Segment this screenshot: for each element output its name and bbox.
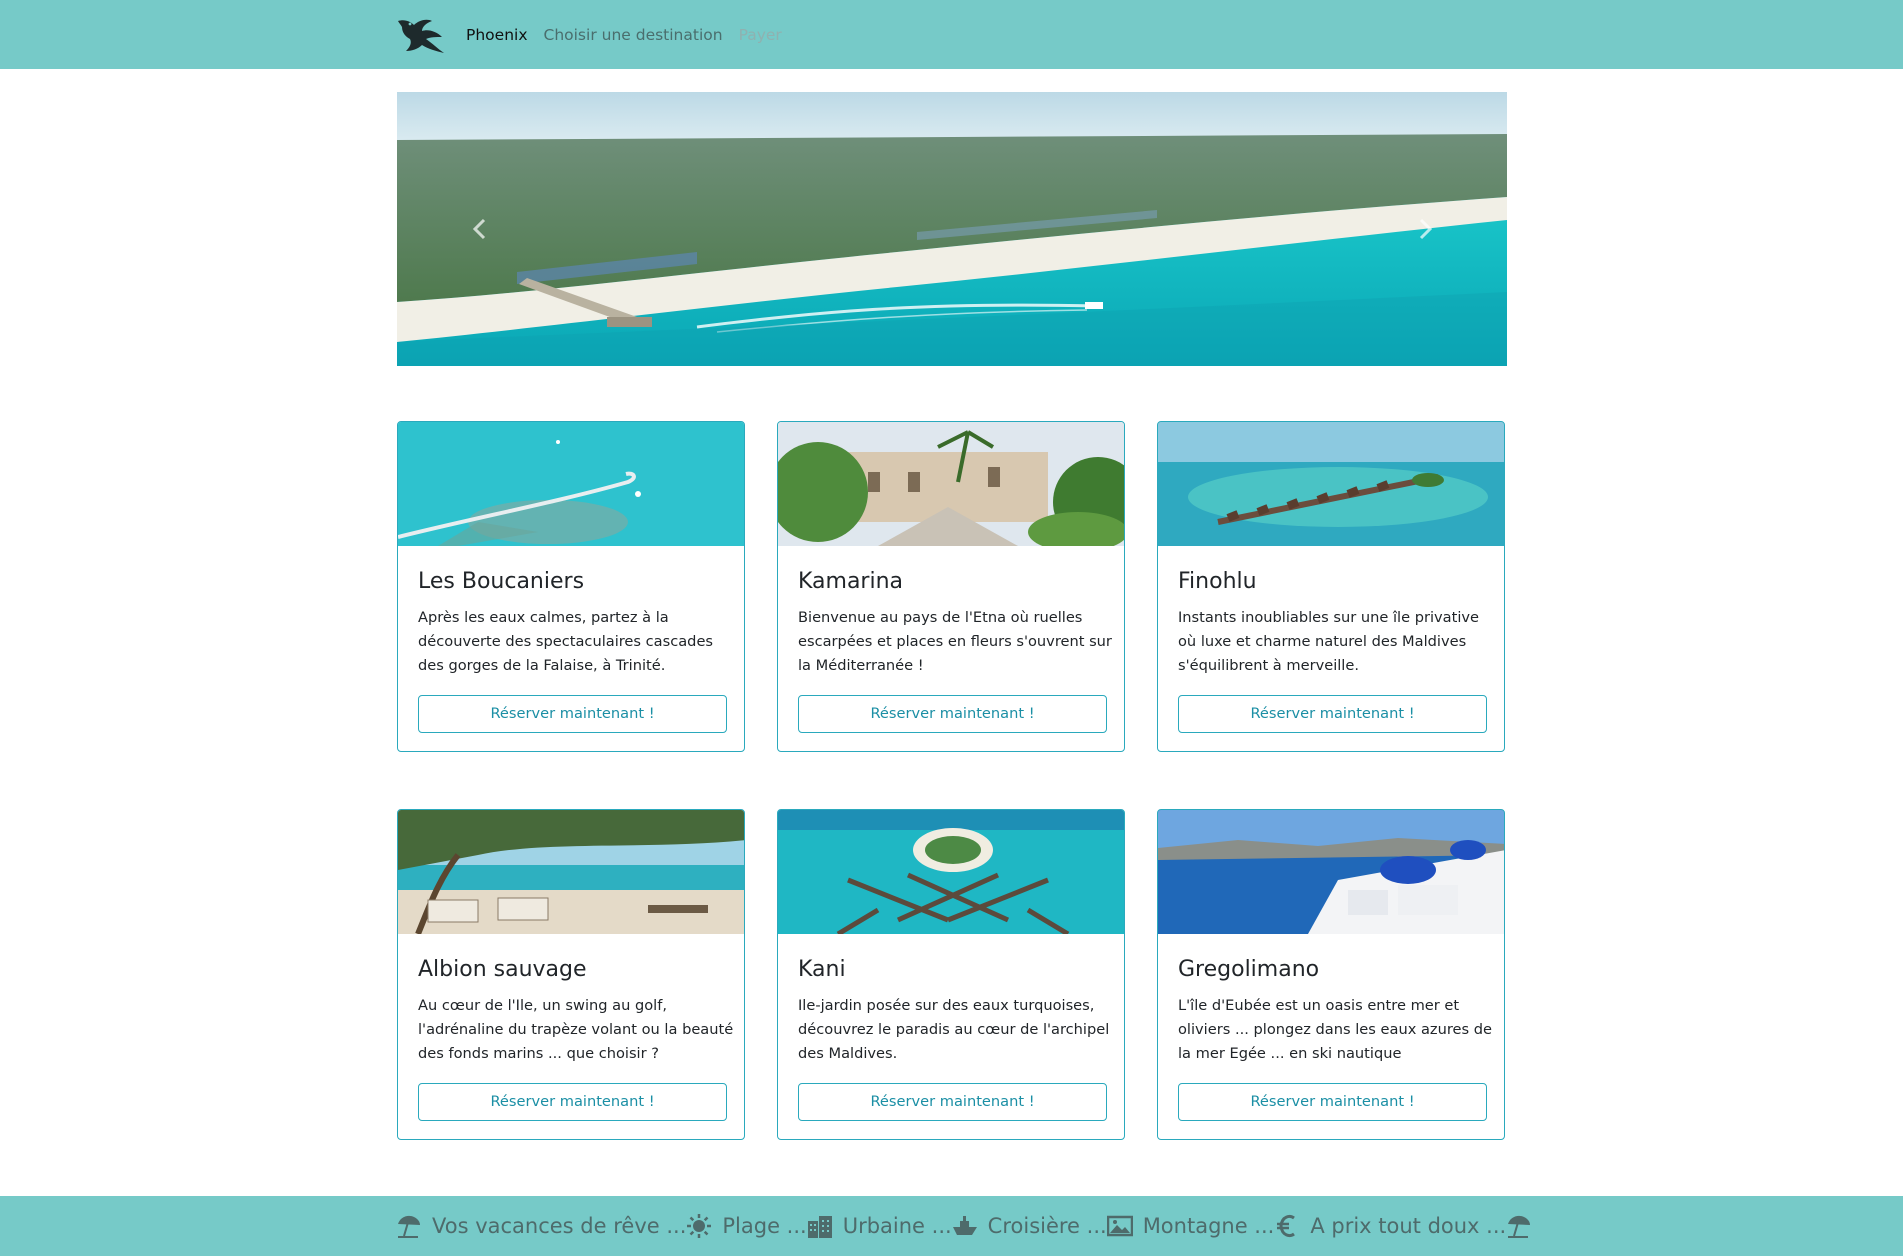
footer-item-prix[interactable]: A prix tout doux ... — [1274, 1213, 1506, 1239]
destination-card: Les Boucaniers Après les eaux calmes, pa… — [397, 421, 745, 752]
footer-item-label: A prix tout doux ... — [1310, 1214, 1507, 1238]
reserve-button[interactable]: Réserver maintenant ! — [418, 695, 727, 733]
destination-card: Albion sauvage Au cœur de l'Ile, un swin… — [397, 809, 745, 1140]
top-navbar: Phoenix Choisir une destination Payer — [0, 0, 1903, 69]
card-text: Bienvenue au pays de l'Etna où ruelles e… — [798, 609, 1112, 674]
picture-icon — [1106, 1215, 1133, 1237]
card-image — [1158, 810, 1504, 934]
card-text: Après les eaux calmes, partez à la décou… — [418, 609, 714, 674]
card-image — [398, 422, 744, 546]
beach-umbrella-icon — [1508, 1215, 1531, 1238]
phoenix-logo-icon[interactable] — [396, 15, 446, 55]
footer-end-umbrella — [1506, 1213, 1532, 1239]
card-image — [1158, 422, 1504, 546]
card-title: Kani — [798, 957, 846, 982]
euro-icon — [1277, 1215, 1296, 1237]
footer-item-montagne[interactable]: Montagne ... — [1106, 1213, 1275, 1239]
nav-link-payer: Payer — [738, 25, 782, 44]
reserve-button[interactable]: Réserver maintenant ! — [418, 1083, 727, 1121]
nav-link-phoenix[interactable]: Phoenix — [466, 26, 528, 44]
destination-card: Kani Ile-jardin posée sur des eaux turqu… — [777, 809, 1125, 1140]
reserve-button[interactable]: Réserver maintenant ! — [798, 1083, 1107, 1121]
footer-item-label: Croisière ... — [987, 1214, 1107, 1238]
footer-item-label: Plage ... — [722, 1214, 807, 1238]
card-title: Kamarina — [798, 569, 904, 594]
city-icon — [807, 1216, 832, 1238]
footer-item-urbaine[interactable]: Urbaine ... — [807, 1213, 952, 1239]
footer-categories: Vos vacances de rêve ... Plage ... Urbai… — [396, 1196, 1531, 1256]
nav-link-choisir-destination[interactable]: Choisir une destination — [544, 26, 723, 44]
card-text: Ile-jardin posée sur des eaux turquoises… — [798, 997, 1110, 1062]
reserve-button[interactable]: Réserver maintenant ! — [1178, 695, 1487, 733]
reserve-button[interactable]: Réserver maintenant ! — [798, 695, 1107, 733]
hero-beach-image — [397, 92, 1507, 366]
beach-umbrella-icon — [398, 1215, 420, 1238]
footer-item-plage[interactable]: Plage ... — [686, 1213, 807, 1239]
card-title: Albion sauvage — [418, 957, 587, 982]
footer-item-croisiere[interactable]: Croisière ... — [952, 1213, 1107, 1239]
footer-item-label: Vos vacances de rêve ... — [432, 1214, 687, 1238]
card-title: Finohlu — [1178, 569, 1257, 594]
destination-card: Finohlu Instants inoubliables sur une îl… — [1157, 421, 1505, 752]
hero-carousel — [397, 92, 1507, 366]
card-text: L'île d'Eubée est un oasis entre mer et … — [1178, 997, 1492, 1062]
destination-card: Kamarina Bienvenue au pays de l'Etna où … — [777, 421, 1125, 752]
footer-item-vacances[interactable]: Vos vacances de rêve ... — [396, 1213, 686, 1239]
card-title: Les Boucaniers — [418, 569, 585, 594]
card-text: Instants inoubliables sur une île privat… — [1178, 609, 1479, 674]
ship-icon — [952, 1216, 977, 1235]
footer-item-label: Urbaine ... — [842, 1214, 952, 1238]
destination-card: Gregolimano L'île d'Eubée est un oasis e… — [1157, 809, 1505, 1140]
card-image — [398, 810, 744, 934]
navbar-content: Phoenix Choisir une destination Payer — [396, 0, 798, 69]
footer-item-label: Montagne ... — [1142, 1214, 1275, 1238]
card-image — [778, 810, 1124, 934]
card-image — [778, 422, 1124, 546]
footer-bar: Vos vacances de rêve ... Plage ... Urbai… — [0, 1196, 1903, 1256]
carousel-prev-icon[interactable] — [465, 214, 495, 244]
sun-icon — [687, 1214, 712, 1238]
carousel-next-icon[interactable] — [1410, 214, 1440, 244]
card-title: Gregolimano — [1178, 957, 1320, 982]
reserve-button[interactable]: Réserver maintenant ! — [1178, 1083, 1487, 1121]
card-text: Au cœur de l'Ile, un swing au golf, l'ad… — [418, 997, 734, 1062]
